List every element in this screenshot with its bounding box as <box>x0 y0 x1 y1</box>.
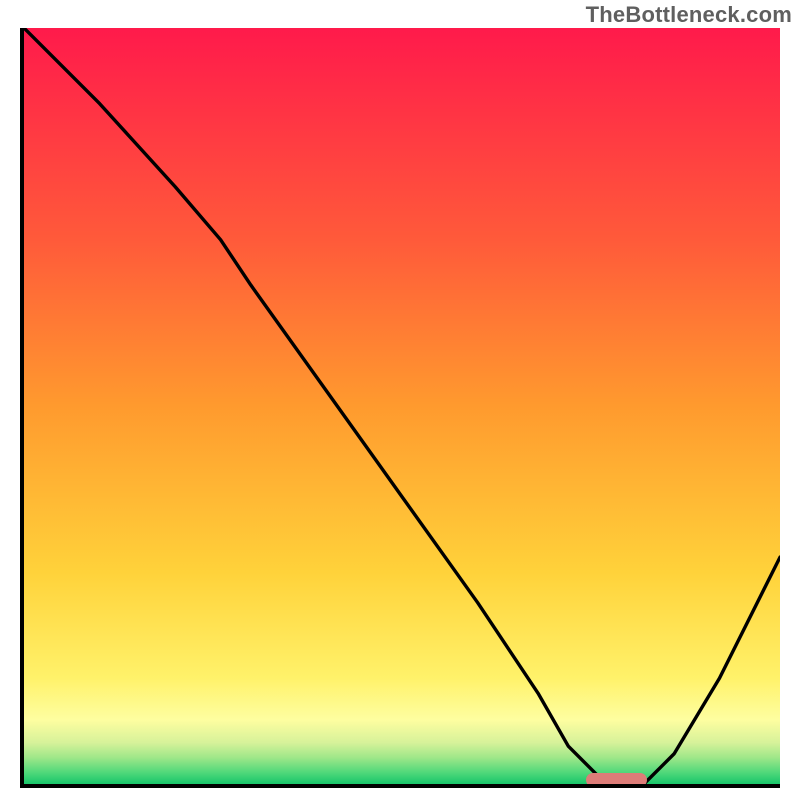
chart-container: TheBottleneck.com <box>0 0 800 800</box>
bottleneck-curve <box>24 28 780 784</box>
optimal-range-marker <box>586 773 647 787</box>
watermark-text: TheBottleneck.com <box>586 2 792 28</box>
plot-area <box>20 28 780 788</box>
